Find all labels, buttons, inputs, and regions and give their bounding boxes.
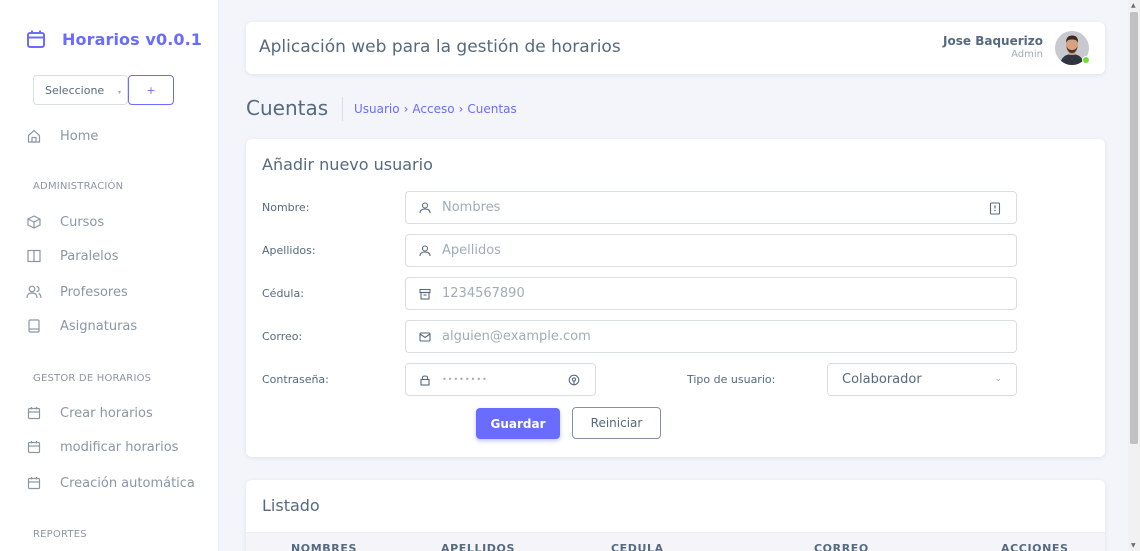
column-header-cedula[interactable]: CEDULA [611,542,664,551]
sidebar-item-label: Creación automática [60,475,195,491]
tipo-usuario-label: Tipo de usuario: [687,373,776,386]
breadcrumb-item-acceso[interactable]: Acceso [412,102,454,116]
scrollbar-thumb[interactable] [1130,12,1138,444]
column-header-acciones[interactable]: ACCIONES [1001,542,1069,551]
calendar-icon [26,439,42,455]
sidebar-item-label: Profesores [60,284,128,300]
sidebar-item-label: modificar horarios [60,439,179,455]
sidebar-item-label: Cursos [60,214,105,230]
save-button[interactable]: Guardar [476,408,560,439]
period-select-value: Seleccione [45,83,105,97]
list-title: Listado [262,496,320,515]
mail-icon [418,330,432,344]
sidebar-item-label: Crear horarios [60,405,153,421]
reset-button[interactable]: Reiniciar [572,407,661,439]
apellidos-label: Apellidos: [262,244,316,257]
title-divider [342,97,343,121]
breadcrumb-item-usuario[interactable]: Usuario [354,102,400,116]
cedula-label: Cédula: [262,287,304,300]
sidebar-item-label: Asignaturas [60,318,138,334]
app-title: Aplicación web para la gestión de horari… [259,37,621,57]
user-icon [418,244,432,258]
user-list-card: Listado NOMBRES APELLIDOS CEDULA CORREO … [246,480,1105,551]
user-icon [418,201,432,215]
online-status-dot [1082,56,1090,64]
cube-icon [26,214,42,230]
column-header-apellidos[interactable]: APELLIDOS [441,542,515,551]
sidebar-item-modificar-horarios[interactable]: modificar horarios [26,439,178,455]
section-header-gestor: GESTOR DE HORARIOS [33,373,152,384]
cedula-placeholder: 1234567890 [442,286,525,301]
sidebar-item-home[interactable]: Home [26,128,98,144]
archive-icon [418,287,432,301]
users-icon [26,284,42,300]
cedula-field[interactable]: 1234567890 [405,277,1017,310]
nombre-placeholder: Nombres [442,200,501,215]
calendar-icon [26,405,42,421]
show-password-icon[interactable] [567,373,581,387]
sidebar-item-crear-horarios[interactable]: Crear horarios [26,405,153,421]
nombre-field[interactable]: Nombres [405,191,1017,224]
contrasena-label: Contraseña: [262,373,329,386]
period-select[interactable]: Seleccione ▾ [33,75,128,105]
page-title: Cuentas [246,96,329,120]
brand[interactable]: Horarios v0.0.1 [26,29,202,49]
breadcrumb-separator: › [403,102,409,116]
sidebar: Horarios v0.0.1 Seleccione ▾ + Home ADMI… [0,0,219,551]
sidebar-item-creacion-automatica[interactable]: Creación automática [26,475,195,491]
user-type-value: Colaborador [842,372,922,387]
page-scrollbar[interactable]: ▲ ▼ [1128,0,1140,551]
column-header-nombres[interactable]: NOMBRES [291,542,357,551]
chevron-down-icon: ▾ [117,89,121,96]
columns-icon [26,248,42,264]
book-icon [26,318,42,334]
form-title: Añadir nuevo usuario [262,155,433,174]
brand-title: Horarios v0.0.1 [62,29,203,49]
apellidos-placeholder: Apellidos [442,243,501,258]
breadcrumb: Usuario › Acceso › Cuentas [354,102,517,116]
email-field[interactable]: alguien@example.com [405,320,1017,353]
scroll-up-arrow-icon[interactable]: ▲ [1131,2,1136,9]
breadcrumb-item-cuentas: Cuentas [467,102,517,116]
correo-placeholder: alguien@example.com [442,329,591,344]
avatar[interactable] [1055,31,1090,65]
lock-icon [418,373,432,387]
sidebar-item-cursos[interactable]: Cursos [26,214,104,230]
contact-card-icon [988,201,1002,215]
sidebar-item-label: Home [60,128,99,144]
chevron-down-icon: ⌄ [994,374,1002,384]
sidebar-item-label: Paralelos [60,248,119,264]
password-field[interactable]: •••••••• [405,363,596,396]
apellidos-field[interactable]: Apellidos [405,234,1017,267]
user-role: Admin [1011,49,1043,60]
scroll-down-arrow-icon[interactable]: ▼ [1131,542,1136,549]
user-type-select[interactable]: Colaborador ⌄ [827,363,1017,396]
sidebar-item-paralelos[interactable]: Paralelos [26,248,118,264]
breadcrumb-separator: › [458,102,464,116]
table-header: NOMBRES APELLIDOS CEDULA CORREO ACCIONES [246,532,1105,551]
sidebar-item-profesores[interactable]: Profesores [26,284,128,300]
calendar-icon [26,29,46,49]
add-user-card: Añadir nuevo usuario Nombre: Nombres Ape… [246,139,1105,457]
add-period-button[interactable]: + [128,75,174,105]
user-name: Jose Baquerizo [943,34,1043,48]
calendar-icon [26,475,42,491]
section-header-administracion: ADMINISTRACIÓN [33,181,124,192]
column-header-correo[interactable]: CORREO [814,542,869,551]
home-icon [26,128,42,144]
password-placeholder: •••••••• [442,375,488,384]
sidebar-item-asignaturas[interactable]: Asignaturas [26,318,137,334]
period-selector-row: Seleccione ▾ + [33,75,174,105]
nombre-label: Nombre: [262,201,310,214]
section-header-reportes: REPORTES [33,529,87,540]
correo-label: Correo: [262,330,303,343]
top-navbar: Aplicación web para la gestión de horari… [246,22,1105,74]
